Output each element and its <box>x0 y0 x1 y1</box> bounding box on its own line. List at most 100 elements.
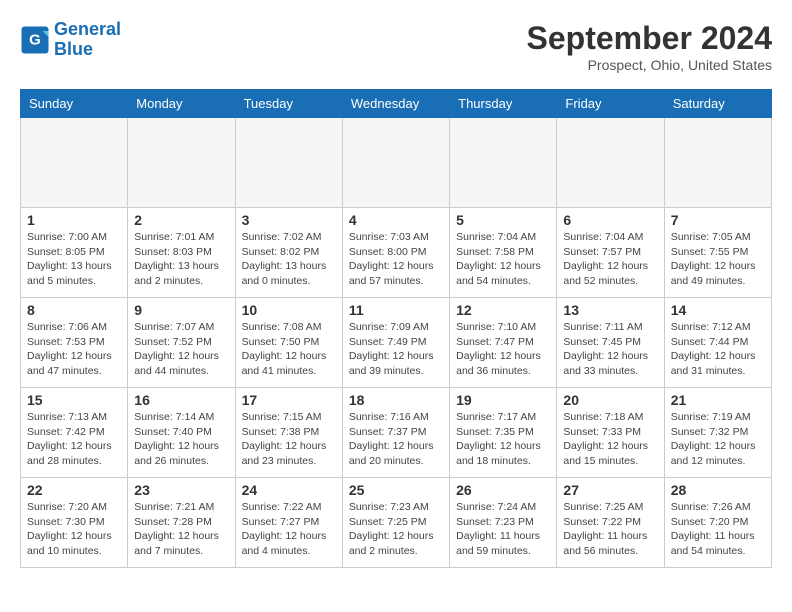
day-number: 23 <box>134 482 228 498</box>
day-info: Sunrise: 7:19 AMSunset: 7:32 PMDaylight:… <box>671 410 765 469</box>
calendar-day-cell: 19 Sunrise: 7:17 AMSunset: 7:35 PMDayligh… <box>450 388 557 478</box>
calendar-day-cell: 11 Sunrise: 7:09 AMSunset: 7:49 PMDayligh… <box>342 298 449 388</box>
calendar-day-cell: 9 Sunrise: 7:07 AMSunset: 7:52 PMDaylight… <box>128 298 235 388</box>
location: Prospect, Ohio, United States <box>527 57 772 73</box>
day-info: Sunrise: 7:04 AMSunset: 7:57 PMDaylight:… <box>563 230 657 289</box>
day-info: Sunrise: 7:11 AMSunset: 7:45 PMDaylight:… <box>563 320 657 379</box>
calendar-day-cell: 13 Sunrise: 7:11 AMSunset: 7:45 PMDayligh… <box>557 298 664 388</box>
col-friday: Friday <box>557 90 664 118</box>
calendar-week-row: 22Sunrise: 7:20 AMSunset: 7:30 PMDayligh… <box>21 478 772 568</box>
day-info: Sunrise: 7:01 AMSunset: 8:03 PMDaylight:… <box>134 230 228 289</box>
day-number: 14 <box>671 302 765 318</box>
day-info: Sunrise: 7:09 AMSunset: 7:49 PMDaylight:… <box>349 320 443 379</box>
day-info: Sunrise: 7:16 AMSunset: 7:37 PMDaylight:… <box>349 410 443 469</box>
calendar-day-cell: 28 Sunrise: 7:26 AMSunset: 7:20 PMDayligh… <box>664 478 771 568</box>
day-number: 24 <box>242 482 336 498</box>
day-number: 3 <box>242 212 336 228</box>
calendar-day-cell: 4 Sunrise: 7:03 AMSunset: 8:00 PMDaylight… <box>342 208 449 298</box>
day-number: 19 <box>456 392 550 408</box>
logo-blue: Blue <box>54 39 93 59</box>
calendar-day-cell: 22Sunrise: 7:20 AMSunset: 7:30 PMDayligh… <box>21 478 128 568</box>
calendar-day-cell: 27 Sunrise: 7:25 AMSunset: 7:22 PMDayligh… <box>557 478 664 568</box>
col-tuesday: Tuesday <box>235 90 342 118</box>
calendar-day-cell: 15 Sunrise: 7:13 AMSunset: 7:42 PMDayligh… <box>21 388 128 478</box>
calendar-day-cell: 10 Sunrise: 7:08 AMSunset: 7:50 PMDayligh… <box>235 298 342 388</box>
title-block: September 2024 Prospect, Ohio, United St… <box>527 20 772 73</box>
calendar-day-cell <box>557 118 664 208</box>
month-year: September 2024 <box>527 20 772 57</box>
day-info: Sunrise: 7:17 AMSunset: 7:35 PMDaylight:… <box>456 410 550 469</box>
day-number: 25 <box>349 482 443 498</box>
calendar-day-cell: 8 Sunrise: 7:06 AMSunset: 7:53 PMDaylight… <box>21 298 128 388</box>
calendar-week-row: 8 Sunrise: 7:06 AMSunset: 7:53 PMDaylight… <box>21 298 772 388</box>
calendar-day-cell <box>450 118 557 208</box>
calendar-day-cell: 16 Sunrise: 7:14 AMSunset: 7:40 PMDayligh… <box>128 388 235 478</box>
day-number: 22 <box>27 482 121 498</box>
calendar-day-cell: 24 Sunrise: 7:22 AMSunset: 7:27 PMDayligh… <box>235 478 342 568</box>
calendar-table: Sunday Monday Tuesday Wednesday Thursday… <box>20 89 772 568</box>
logo: G General Blue <box>20 20 121 60</box>
day-number: 1 <box>27 212 121 228</box>
day-info: Sunrise: 7:06 AMSunset: 7:53 PMDaylight:… <box>27 320 121 379</box>
svg-text:G: G <box>29 31 41 48</box>
day-number: 21 <box>671 392 765 408</box>
day-info: Sunrise: 7:12 AMSunset: 7:44 PMDaylight:… <box>671 320 765 379</box>
day-info: Sunrise: 7:13 AMSunset: 7:42 PMDaylight:… <box>27 410 121 469</box>
day-info: Sunrise: 7:25 AMSunset: 7:22 PMDaylight:… <box>563 500 657 559</box>
col-saturday: Saturday <box>664 90 771 118</box>
day-info: Sunrise: 7:07 AMSunset: 7:52 PMDaylight:… <box>134 320 228 379</box>
calendar-day-cell <box>235 118 342 208</box>
day-number: 5 <box>456 212 550 228</box>
day-number: 18 <box>349 392 443 408</box>
day-info: Sunrise: 7:04 AMSunset: 7:58 PMDaylight:… <box>456 230 550 289</box>
col-thursday: Thursday <box>450 90 557 118</box>
day-number: 6 <box>563 212 657 228</box>
day-number: 11 <box>349 302 443 318</box>
day-info: Sunrise: 7:02 AMSunset: 8:02 PMDaylight:… <box>242 230 336 289</box>
day-number: 26 <box>456 482 550 498</box>
calendar-day-cell: 12Sunrise: 7:10 AMSunset: 7:47 PMDayligh… <box>450 298 557 388</box>
calendar-day-cell: 6 Sunrise: 7:04 AMSunset: 7:57 PMDaylight… <box>557 208 664 298</box>
day-number: 2 <box>134 212 228 228</box>
day-number: 27 <box>563 482 657 498</box>
page-header: G General Blue September 2024 Prospect, … <box>20 20 772 73</box>
day-info: Sunrise: 7:26 AMSunset: 7:20 PMDaylight:… <box>671 500 765 559</box>
logo-general: General <box>54 19 121 39</box>
day-number: 8 <box>27 302 121 318</box>
calendar-day-cell: 1 Sunrise: 7:00 AMSunset: 8:05 PMDaylight… <box>21 208 128 298</box>
calendar-day-cell: 25 Sunrise: 7:23 AMSunset: 7:25 PMDayligh… <box>342 478 449 568</box>
day-number: 10 <box>242 302 336 318</box>
day-number: 13 <box>563 302 657 318</box>
day-number: 28 <box>671 482 765 498</box>
col-wednesday: Wednesday <box>342 90 449 118</box>
calendar-day-cell <box>128 118 235 208</box>
calendar-day-cell: 5 Sunrise: 7:04 AMSunset: 7:58 PMDaylight… <box>450 208 557 298</box>
day-number: 16 <box>134 392 228 408</box>
day-number: 15 <box>27 392 121 408</box>
day-info: Sunrise: 7:15 AMSunset: 7:38 PMDaylight:… <box>242 410 336 469</box>
calendar-week-row: 15 Sunrise: 7:13 AMSunset: 7:42 PMDayligh… <box>21 388 772 478</box>
day-info: Sunrise: 7:22 AMSunset: 7:27 PMDaylight:… <box>242 500 336 559</box>
calendar-week-row <box>21 118 772 208</box>
logo-text: General Blue <box>54 20 121 60</box>
day-info: Sunrise: 7:24 AMSunset: 7:23 PMDaylight:… <box>456 500 550 559</box>
day-number: 9 <box>134 302 228 318</box>
day-info: Sunrise: 7:05 AMSunset: 7:55 PMDaylight:… <box>671 230 765 289</box>
logo-icon: G <box>20 25 50 55</box>
day-number: 20 <box>563 392 657 408</box>
day-number: 12 <box>456 302 550 318</box>
calendar-day-cell: 26 Sunrise: 7:24 AMSunset: 7:23 PMDayligh… <box>450 478 557 568</box>
day-info: Sunrise: 7:21 AMSunset: 7:28 PMDaylight:… <box>134 500 228 559</box>
day-info: Sunrise: 7:14 AMSunset: 7:40 PMDaylight:… <box>134 410 228 469</box>
day-info: Sunrise: 7:00 AMSunset: 8:05 PMDaylight:… <box>27 230 121 289</box>
day-info: Sunrise: 7:03 AMSunset: 8:00 PMDaylight:… <box>349 230 443 289</box>
calendar-day-cell: 21 Sunrise: 7:19 AMSunset: 7:32 PMDayligh… <box>664 388 771 478</box>
col-sunday: Sunday <box>21 90 128 118</box>
calendar-day-cell: 23 Sunrise: 7:21 AMSunset: 7:28 PMDayligh… <box>128 478 235 568</box>
calendar-day-cell: 17Sunrise: 7:15 AMSunset: 7:38 PMDayligh… <box>235 388 342 478</box>
col-monday: Monday <box>128 90 235 118</box>
day-number: 4 <box>349 212 443 228</box>
calendar-day-cell <box>664 118 771 208</box>
day-info: Sunrise: 7:08 AMSunset: 7:50 PMDaylight:… <box>242 320 336 379</box>
day-info: Sunrise: 7:23 AMSunset: 7:25 PMDaylight:… <box>349 500 443 559</box>
